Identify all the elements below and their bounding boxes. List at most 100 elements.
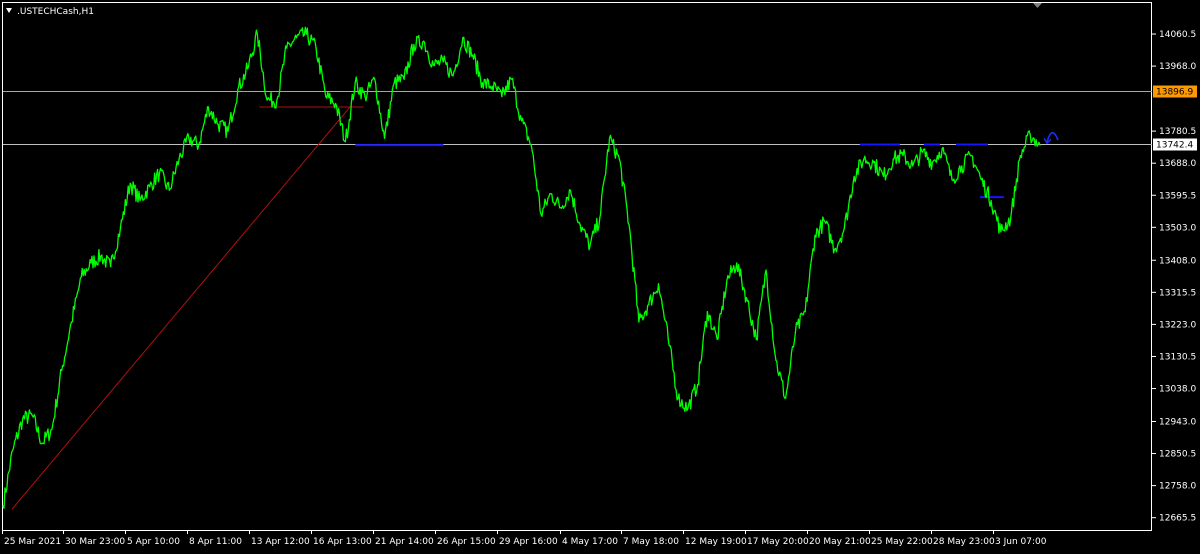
y-tick-label: 13780.5 [1159, 127, 1196, 137]
price-point [246, 68, 249, 70]
y-tick-label: 12758.0 [1159, 482, 1196, 492]
price-point [413, 44, 415, 46]
price-point [452, 75, 454, 77]
price-point [990, 200, 992, 202]
price-point [41, 442, 43, 444]
price-point [188, 137, 190, 139]
price-point [755, 338, 757, 340]
price-point [912, 165, 914, 167]
price-point [305, 33, 307, 35]
price-point [785, 397, 787, 399]
price-point [119, 227, 121, 229]
price-point [677, 397, 679, 399]
price-point [775, 359, 777, 361]
price-point [941, 148, 943, 150]
price-point [1010, 217, 1012, 219]
price-point [423, 40, 425, 42]
y-tick-label: 13038.0 [1159, 385, 1196, 395]
price-chart[interactable]: .USTECHCash,H1 14060.5 13968.0 13780.5 1368… [0, 0, 1200, 554]
price-point [80, 276, 82, 278]
x-tick-label: 8 Apr 11:00 [189, 537, 242, 547]
price-point [833, 248, 836, 250]
price-point [618, 158, 620, 160]
x-tick-label: 21 Apr 14:00 [375, 537, 434, 547]
price-point [286, 47, 288, 49]
price-point [149, 186, 151, 188]
price-point [217, 123, 219, 125]
price-point [471, 54, 474, 56]
price-point [1019, 154, 1022, 157]
price-point [158, 172, 161, 174]
price-point [31, 414, 33, 417]
price-point [608, 137, 611, 139]
price-point [1039, 144, 1041, 146]
x-tick-label: 12 May 19:00 [685, 537, 747, 547]
price-point [207, 106, 210, 108]
price-point [335, 102, 337, 105]
y-tick-label: 13408.0 [1159, 256, 1196, 266]
price-point [765, 269, 767, 271]
y-tick-label: 14060.5 [1159, 30, 1196, 40]
price-point [90, 262, 92, 264]
price-point [70, 321, 73, 323]
y-tick-label: 12943.0 [1159, 417, 1196, 427]
x-tick-label: 13 Apr 12:00 [251, 537, 310, 547]
price-point [432, 64, 435, 67]
x-tick-label: 30 Mar 23:00 [65, 537, 125, 547]
price-point [266, 99, 268, 101]
price-point [736, 262, 738, 264]
price-point [696, 383, 699, 385]
price-point [892, 158, 894, 160]
price-point [462, 37, 464, 39]
x-tick-label: 4 May 17:00 [562, 537, 618, 547]
price-point [589, 245, 591, 247]
price-point [21, 418, 24, 420]
price-point [374, 78, 376, 80]
price-point [1029, 134, 1031, 136]
price-point [12, 449, 14, 451]
price-point [168, 189, 170, 191]
price-point [804, 310, 806, 313]
price-point [814, 234, 816, 236]
x-tick-label: 25 May 22:00 [871, 537, 933, 547]
price-point [853, 175, 855, 177]
price-point [716, 338, 718, 340]
price-point [237, 89, 239, 91]
chart-title[interactable]: .USTECHCash,H1 [6, 7, 94, 17]
price-point [393, 82, 395, 84]
price-point [882, 175, 885, 177]
current-price-label: 13742.4 [1156, 141, 1193, 151]
y-tick-label: 13968.0 [1159, 62, 1196, 72]
price-point [922, 151, 924, 153]
price-point [902, 154, 904, 157]
price-point [961, 165, 963, 167]
price-point [61, 369, 63, 372]
x-tick-label: 28 May 23:00 [933, 537, 995, 547]
y-tick-label: 12850.5 [1159, 450, 1196, 460]
x-tick-label: 17 May 20:00 [747, 537, 809, 547]
price-point [403, 78, 405, 80]
price-point [931, 161, 933, 164]
price-point [276, 99, 278, 101]
price-point [442, 61, 444, 63]
price-point [315, 47, 317, 49]
price-point [970, 154, 973, 157]
price-point [491, 85, 493, 87]
resistance-price-label: 13896.9 [1156, 88, 1193, 98]
price-point [687, 408, 689, 410]
price-point [178, 158, 180, 160]
price-point [344, 141, 347, 143]
price-point [51, 428, 53, 431]
price-point [100, 255, 102, 257]
x-tick-label: 25 Mar 2021 [4, 537, 61, 547]
y-tick-label: 13688.0 [1159, 159, 1196, 169]
price-point [648, 304, 650, 306]
price-point [843, 227, 845, 229]
x-tick-label: 29 Apr 16:00 [499, 537, 558, 547]
y-tick-label: 13223.0 [1159, 320, 1196, 330]
price-point [824, 220, 826, 223]
y-tick-label: 13595.5 [1159, 191, 1196, 201]
price-point [560, 206, 562, 209]
price-point [980, 179, 982, 181]
price-point [951, 179, 953, 181]
